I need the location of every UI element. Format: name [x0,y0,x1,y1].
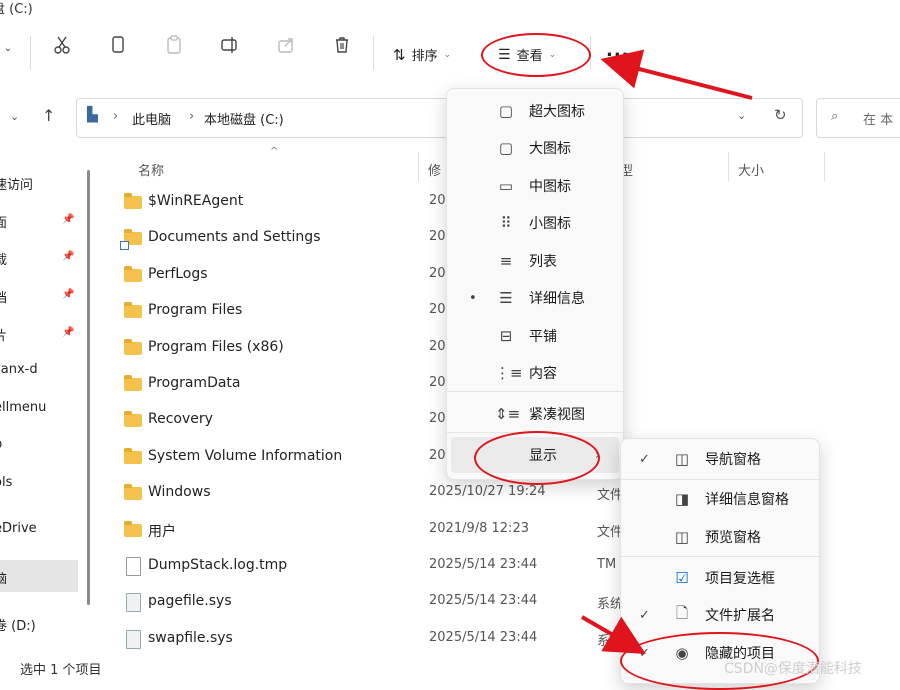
annotation-arrow-more [600,49,753,100]
annotation-arrow-hidden-items [580,615,646,655]
watermark-text: CSDN@保度潜能科技 [724,661,862,677]
annotation-arrows [580,49,753,655]
